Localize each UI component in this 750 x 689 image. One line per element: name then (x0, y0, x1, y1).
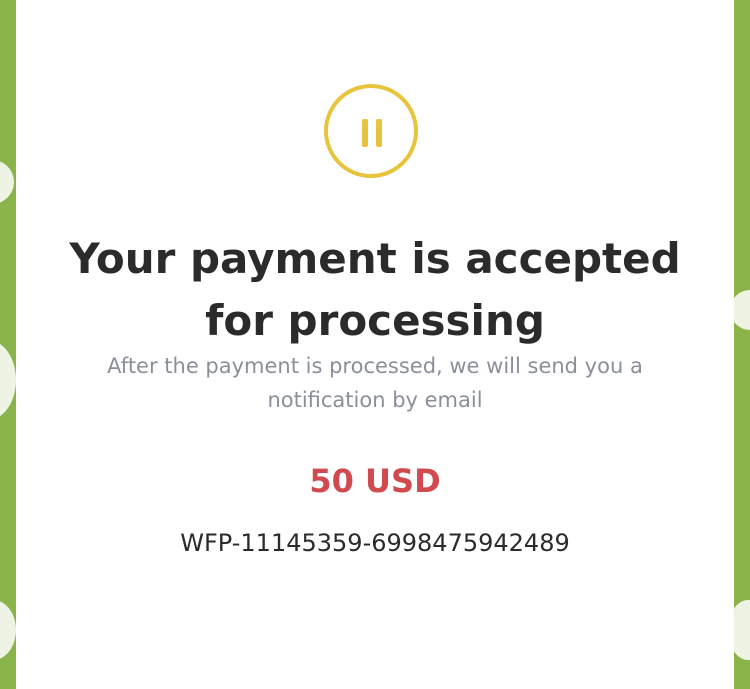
pause-icon-bar (376, 119, 382, 147)
order-id: WFP-11145359-6998475942489 (180, 529, 570, 557)
payment-status-card: Your payment is accepted for processing … (16, 0, 734, 689)
background-decoration (0, 340, 16, 420)
pause-icon-bar (362, 119, 368, 147)
pause-icon (324, 84, 418, 178)
status-message: After the payment is processed, we will … (107, 354, 643, 412)
status-title: Your payment is accepted for processing (69, 234, 681, 345)
background-decoration (0, 160, 14, 204)
payment-amount: 50 USD (309, 462, 441, 500)
background-decoration (0, 600, 16, 660)
